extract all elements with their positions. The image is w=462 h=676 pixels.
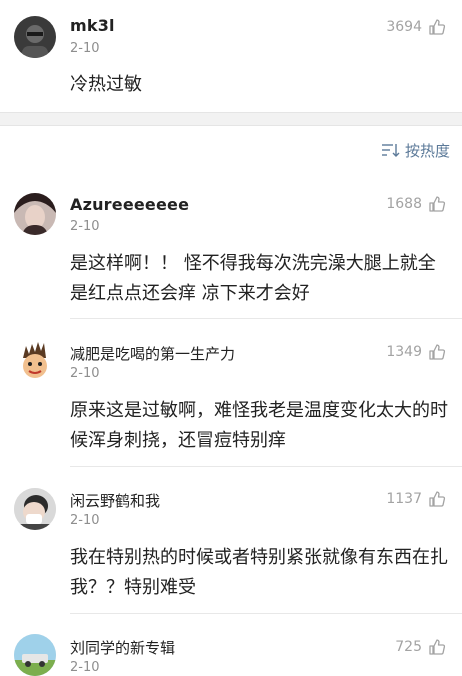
- like-button[interactable]: 1688: [386, 193, 446, 215]
- like-count: 1349: [386, 344, 422, 360]
- like-count: 1688: [386, 196, 422, 212]
- divider: [70, 466, 462, 467]
- comment-date: 2-10: [70, 41, 100, 56]
- avatar[interactable]: [14, 16, 56, 58]
- avatar[interactable]: [14, 634, 56, 676]
- username[interactable]: Azureeeeeee: [70, 195, 189, 214]
- like-button[interactable]: 1349: [386, 341, 446, 363]
- divider: [70, 613, 462, 614]
- comment-date: 2-10: [70, 513, 100, 528]
- sort-label: 按热度: [404, 141, 450, 160]
- divider: [70, 318, 462, 319]
- thumbs-up-icon: [429, 491, 446, 507]
- like-count: 1137: [386, 491, 422, 507]
- comment-text: 是这样啊！！ 怪不得我每次洗完澡大腿上就全是红点点还会痒 凉下来才会好: [70, 253, 436, 304]
- username[interactable]: mk3l: [70, 16, 115, 35]
- thumbs-up-icon: [429, 19, 446, 35]
- avatar[interactable]: [14, 193, 56, 235]
- avatar[interactable]: [14, 488, 56, 530]
- comment-date: 2-10: [70, 219, 100, 234]
- avatar[interactable]: [14, 340, 56, 382]
- thumbs-up-icon: [429, 639, 446, 655]
- thumbs-up-icon: [429, 196, 446, 212]
- thumbs-up-icon: [429, 344, 446, 360]
- like-button[interactable]: 1137: [386, 488, 446, 510]
- section-separator: [0, 112, 462, 126]
- sort-icon: [381, 144, 400, 157]
- like-count: 3694: [386, 19, 422, 35]
- comment-text: 我在特别热的时候或者特别紧张就像有东西在扎我？？特别难受: [70, 547, 448, 598]
- like-button[interactable]: 725: [395, 636, 446, 658]
- username[interactable]: 闲云野鹤和我: [70, 490, 160, 511]
- comment-date: 2-10: [70, 660, 100, 675]
- comment-text: 原来这是过敏啊，难怪我老是温度变化太大的时候浑身刺挠，还冒痘特别痒: [70, 400, 448, 451]
- like-count: 725: [395, 639, 422, 655]
- username[interactable]: 减肥是吃喝的第一生产力: [70, 343, 235, 364]
- username[interactable]: 刘同学的新专辑: [70, 637, 175, 658]
- comment-date: 2-10: [70, 366, 100, 381]
- comment-text: 冷热过敏: [70, 74, 142, 95]
- sort-toggle[interactable]: 按热度: [381, 138, 450, 162]
- like-button[interactable]: 3694: [386, 16, 446, 38]
